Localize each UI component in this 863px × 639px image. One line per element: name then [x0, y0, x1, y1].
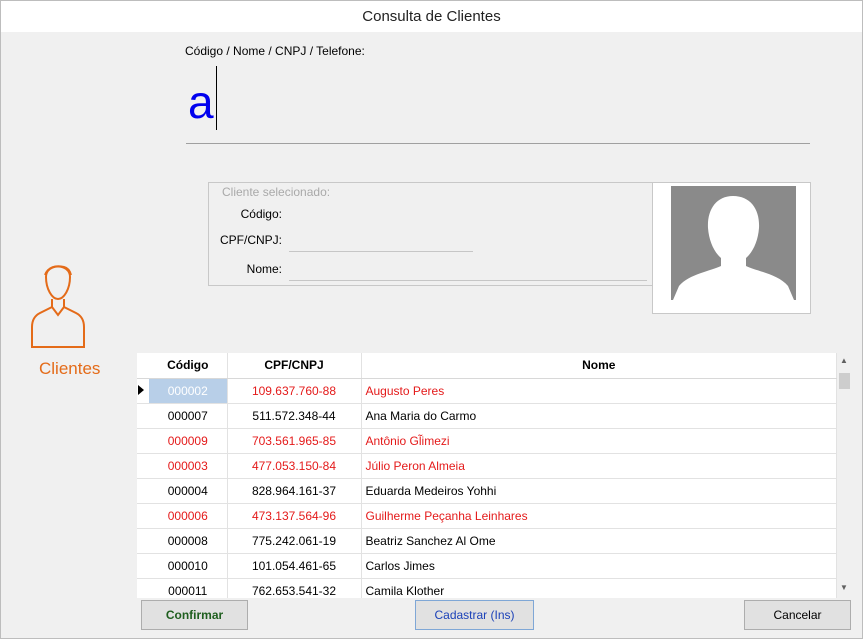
column-header-nome[interactable]: Nome — [361, 353, 837, 379]
codigo-label: Código: — [240, 207, 282, 221]
user-icon — [31, 265, 85, 348]
search-input[interactable] — [186, 62, 810, 144]
nome-field — [289, 280, 647, 281]
text-caret — [216, 66, 217, 130]
row-indicator — [137, 378, 149, 404]
clients-grid[interactable]: Código CPF/CNPJ Nome 000002 109.637.760-8… — [137, 353, 851, 598]
row-indicator — [137, 553, 149, 579]
cell-cpf[interactable]: 473.137.564-96 — [227, 503, 362, 529]
table-row[interactable]: 000007 511.572.348-44 Ana Maria do Carmo — [137, 403, 837, 429]
cadastrar-button[interactable]: Cadastrar (Ins) — [415, 600, 534, 630]
row-indicator — [137, 578, 149, 598]
person-silhouette-icon — [671, 186, 796, 300]
cell-codigo[interactable]: 000007 — [149, 403, 228, 429]
cell-nome[interactable]: Antônio Gl̃imezi — [361, 428, 837, 454]
row-indicator — [137, 528, 149, 554]
row-indicator — [137, 478, 149, 504]
row-indicator — [137, 428, 149, 454]
search-label: Código / Nome / CNPJ / Telefone: — [185, 44, 365, 58]
cell-codigo[interactable]: 000010 — [149, 553, 228, 579]
table-row[interactable]: 000010 101.054.461-65 Carlos Jimes — [137, 553, 837, 579]
cell-nome[interactable]: Camila Klother — [361, 578, 837, 598]
column-header-cpf[interactable]: CPF/CNPJ — [227, 353, 362, 379]
cell-cpf[interactable]: 762.653.541-32 — [227, 578, 362, 598]
cpf-label: CPF/CNPJ: — [219, 233, 282, 247]
vertical-scrollbar[interactable]: ▲ ▼ — [837, 353, 851, 598]
scroll-down-icon[interactable]: ▼ — [837, 583, 851, 592]
cpf-field — [289, 251, 473, 252]
cell-codigo[interactable]: 000003 — [149, 453, 228, 479]
cell-nome[interactable]: Ana Maria do Carmo — [361, 403, 837, 429]
confirmar-button[interactable]: Confirmar — [141, 600, 248, 630]
client-photo-frame — [652, 182, 811, 314]
column-header-codigo[interactable]: Código — [149, 353, 228, 379]
table-row[interactable]: 000011 762.653.541-32 Camila Klother — [137, 578, 837, 598]
selected-client-title: Cliente selecionado: — [222, 185, 331, 199]
clients-table: Código CPF/CNPJ Nome 000002 109.637.760-8… — [137, 353, 837, 598]
clientes-label: Clientes — [39, 359, 101, 378]
cell-cpf[interactable]: 109.637.760-88 — [227, 378, 362, 404]
cell-nome[interactable]: Carlos Jimes — [361, 553, 837, 579]
cell-codigo[interactable]: 000002 — [149, 378, 228, 404]
cell-codigo[interactable]: 000006 — [149, 503, 228, 529]
cell-nome[interactable]: Beatriz Sanchez Al Ome — [361, 528, 837, 554]
row-indicator — [137, 403, 149, 429]
scrollbar-thumb[interactable] — [839, 373, 850, 389]
cell-cpf[interactable]: 775.242.061-19 — [227, 528, 362, 554]
cell-cpf[interactable]: 101.054.461-65 — [227, 553, 362, 579]
scroll-up-icon[interactable]: ▲ — [837, 356, 851, 365]
cancelar-button[interactable]: Cancelar — [744, 600, 851, 630]
table-row[interactable]: 000006 473.137.564-96 Guilherme Peçanha Le… — [137, 503, 837, 529]
nome-label: Nome: — [246, 262, 282, 276]
cell-codigo[interactable]: 000009 — [149, 428, 228, 454]
row-indicator — [137, 453, 149, 479]
cell-codigo[interactable]: 000011 — [149, 578, 228, 598]
cell-codigo[interactable]: 000008 — [149, 528, 228, 554]
cell-cpf[interactable]: 477.053.150-84 — [227, 453, 362, 479]
window-title: Consulta de Clientes — [1, 1, 862, 32]
search-input-value[interactable]: a — [188, 72, 214, 132]
table-header-row: Código CPF/CNPJ Nome — [137, 353, 837, 379]
table-row[interactable]: 000004 828.964.161-37 Eduarda Medeiros Yoh… — [137, 478, 837, 504]
indicator-header — [137, 353, 149, 379]
cell-nome[interactable]: Eduarda Medeiros Yohhi — [361, 478, 837, 504]
cell-codigo[interactable]: 000004 — [149, 478, 228, 504]
cell-nome[interactable]: Guilherme Peçanha Leinhares — [361, 503, 837, 529]
table-row[interactable]: 000002 109.637.760-88 Augusto Peres — [137, 378, 837, 404]
cell-nome[interactable]: Júlio Peron Almeia — [361, 453, 837, 479]
table-row[interactable]: 000009 703.561.965-85 Antônio Gl̃imezi — [137, 428, 837, 454]
cell-cpf[interactable]: 703.561.965-85 — [227, 428, 362, 454]
row-indicator — [137, 503, 149, 529]
current-row-arrow-icon — [138, 384, 144, 395]
table-row[interactable]: 000008 775.242.061-19 Beatriz Sanchez Al O… — [137, 528, 837, 554]
cell-cpf[interactable]: 511.572.348-44 — [227, 403, 362, 429]
client-photo-placeholder — [671, 186, 796, 300]
cell-nome[interactable]: Augusto Peres — [361, 378, 837, 404]
cell-cpf[interactable]: 828.964.161-37 — [227, 478, 362, 504]
table-row[interactable]: 000003 477.053.150-84 Júlio Peron Almeia — [137, 453, 837, 479]
